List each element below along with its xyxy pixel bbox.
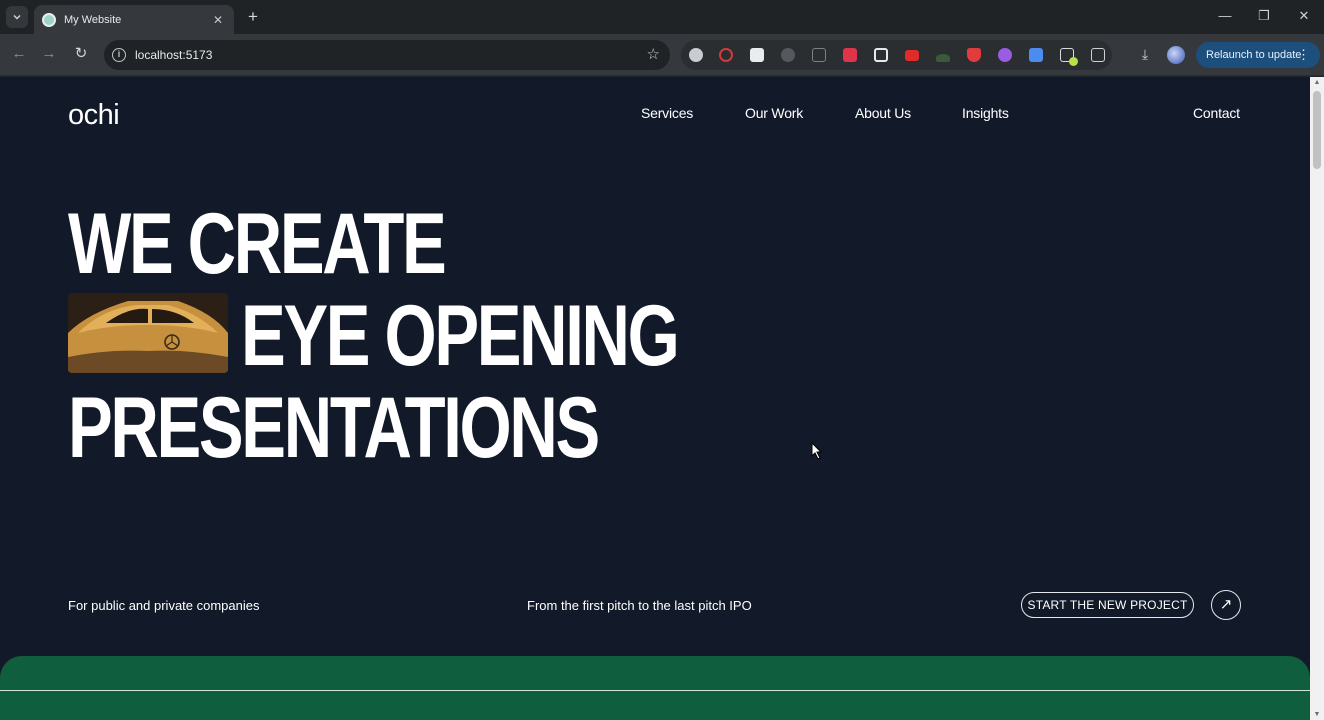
hero-heading-line3: PRESENTATIONS bbox=[68, 380, 600, 476]
ghost-extension-icon[interactable] bbox=[781, 48, 795, 62]
chevron-down-icon bbox=[13, 14, 21, 20]
restore-button[interactable]: ❐ bbox=[1255, 8, 1273, 24]
purple-extension-icon[interactable] bbox=[998, 48, 1012, 62]
nav-insights[interactable]: Insights bbox=[962, 105, 1009, 121]
site-logo[interactable]: ochi bbox=[68, 99, 120, 132]
browser-toolbar: ← → ↻ i localhost:5173 ☆ ⤓ Relaunch to u… bbox=[0, 34, 1324, 76]
copy-extension-icon[interactable] bbox=[812, 48, 826, 62]
nav-our-work[interactable]: Our Work bbox=[745, 105, 803, 121]
document-extension-icon[interactable] bbox=[1029, 48, 1043, 62]
url-text[interactable]: localhost:5173 bbox=[135, 48, 212, 62]
relaunch-label: Relaunch to update bbox=[1206, 49, 1302, 61]
hero-car-image bbox=[68, 293, 228, 373]
pen-extension-icon[interactable] bbox=[1060, 48, 1078, 66]
notion-extension-icon[interactable] bbox=[750, 48, 764, 62]
bookmark-star-icon[interactable]: ☆ bbox=[647, 45, 660, 63]
favicon-icon bbox=[42, 12, 56, 27]
reload-icon[interactable]: ↻ bbox=[71, 44, 91, 64]
nav-about-us[interactable]: About Us bbox=[855, 105, 911, 121]
camera-extension-icon[interactable] bbox=[689, 48, 703, 62]
shield-extension-icon[interactable] bbox=[967, 48, 981, 62]
scrollbar-thumb[interactable] bbox=[1313, 91, 1321, 169]
new-tab-button[interactable]: + bbox=[244, 7, 262, 27]
tagline-pitch: From the first pitch to the last pitch I… bbox=[527, 598, 752, 613]
tab-title: My Website bbox=[64, 13, 122, 26]
tab-search-button[interactable] bbox=[6, 6, 28, 28]
close-tab-icon[interactable]: ✕ bbox=[210, 13, 226, 27]
tagline-companies: For public and private companies bbox=[68, 598, 260, 613]
youtube-extension-icon[interactable] bbox=[905, 50, 919, 61]
browser-tab-strip: My Website ✕ + — ❐ ✕ bbox=[0, 0, 1324, 34]
marquee-divider bbox=[0, 690, 1310, 691]
webpage: ochi Services Our Work About Us Insights… bbox=[0, 77, 1310, 720]
extensions-group bbox=[681, 40, 1112, 70]
address-bar[interactable]: i localhost:5173 ☆ bbox=[104, 40, 670, 70]
scroll-down-icon[interactable]: ▼ bbox=[1313, 711, 1321, 718]
record-extension-icon[interactable] bbox=[719, 48, 733, 62]
site-info-icon[interactable]: i bbox=[112, 48, 126, 62]
close-window-button[interactable]: ✕ bbox=[1295, 8, 1313, 24]
profile-avatar[interactable] bbox=[1167, 46, 1185, 64]
car-illustration bbox=[68, 293, 228, 373]
back-arrow-icon[interactable]: ← bbox=[9, 44, 29, 64]
browser-tab[interactable]: My Website ✕ bbox=[34, 5, 234, 34]
hero-heading-line1: WE CREATE bbox=[68, 196, 447, 292]
marquee-section bbox=[0, 656, 1310, 720]
mouse-cursor-icon bbox=[811, 441, 823, 465]
relaunch-button[interactable]: Relaunch to update ⋮ bbox=[1196, 42, 1320, 68]
hero-heading-line2: EYE OPENING bbox=[241, 288, 680, 384]
minimize-button[interactable]: — bbox=[1216, 8, 1234, 23]
hat-extension-icon[interactable] bbox=[936, 54, 950, 62]
page-scrollbar[interactable]: ▲ ▼ bbox=[1310, 77, 1324, 720]
nav-contact[interactable]: Contact bbox=[1193, 105, 1240, 121]
grid-extension-icon[interactable] bbox=[843, 48, 857, 62]
nav-services[interactable]: Services bbox=[641, 105, 693, 121]
download-icon[interactable]: ⤓ bbox=[1136, 46, 1154, 64]
menu-dots-icon[interactable]: ⋮ bbox=[1297, 42, 1310, 68]
forward-arrow-icon[interactable]: → bbox=[39, 44, 59, 64]
puzzle-extensions-icon[interactable] bbox=[1091, 48, 1105, 62]
arrow-up-right-icon[interactable]: ↗ bbox=[1211, 590, 1241, 620]
scroll-up-icon[interactable]: ▲ bbox=[1313, 79, 1321, 86]
window-extension-icon[interactable] bbox=[874, 48, 888, 62]
start-project-button[interactable]: START THE NEW PROJECT bbox=[1021, 592, 1194, 618]
